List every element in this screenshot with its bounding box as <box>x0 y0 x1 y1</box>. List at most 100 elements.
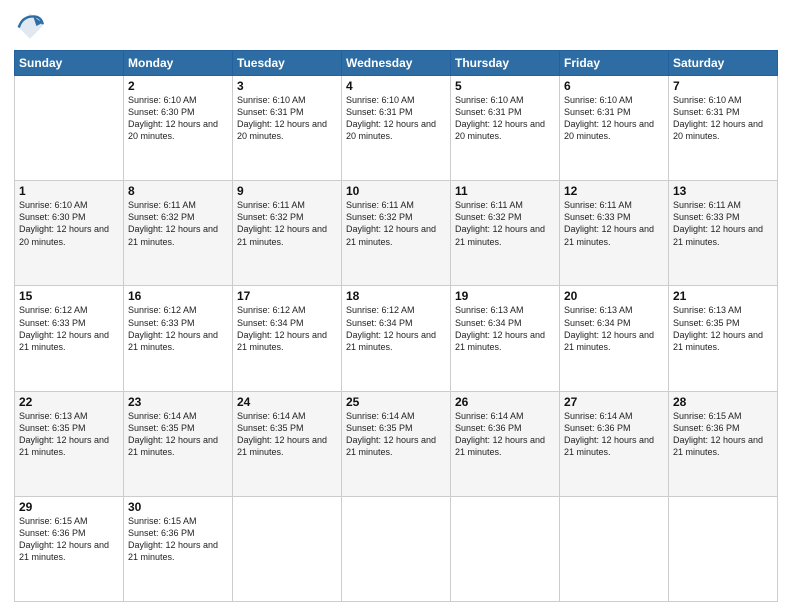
calendar-week-row: 29Sunrise: 6:15 AMSunset: 6:36 PMDayligh… <box>15 496 778 601</box>
day-number: 27 <box>564 395 664 409</box>
day-detail: Sunrise: 6:14 AMSunset: 6:36 PMDaylight:… <box>564 410 664 459</box>
calendar-cell: 21Sunrise: 6:13 AMSunset: 6:35 PMDayligh… <box>669 286 778 391</box>
calendar-cell: 20Sunrise: 6:13 AMSunset: 6:34 PMDayligh… <box>560 286 669 391</box>
calendar-cell: 6Sunrise: 6:10 AMSunset: 6:31 PMDaylight… <box>560 76 669 181</box>
calendar-cell: 11Sunrise: 6:11 AMSunset: 6:32 PMDayligh… <box>451 181 560 286</box>
calendar-cell: 22Sunrise: 6:13 AMSunset: 6:35 PMDayligh… <box>15 391 124 496</box>
header <box>14 10 778 42</box>
calendar-table: SundayMondayTuesdayWednesdayThursdayFrid… <box>14 50 778 602</box>
day-number: 25 <box>346 395 446 409</box>
day-detail: Sunrise: 6:10 AMSunset: 6:31 PMDaylight:… <box>564 94 664 143</box>
day-detail: Sunrise: 6:11 AMSunset: 6:33 PMDaylight:… <box>673 199 773 248</box>
day-number: 20 <box>564 289 664 303</box>
calendar-cell: 27Sunrise: 6:14 AMSunset: 6:36 PMDayligh… <box>560 391 669 496</box>
day-number: 8 <box>128 184 228 198</box>
day-number: 1 <box>19 184 119 198</box>
calendar-cell: 13Sunrise: 6:11 AMSunset: 6:33 PMDayligh… <box>669 181 778 286</box>
day-detail: Sunrise: 6:11 AMSunset: 6:33 PMDaylight:… <box>564 199 664 248</box>
calendar-cell: 4Sunrise: 6:10 AMSunset: 6:31 PMDaylight… <box>342 76 451 181</box>
day-number: 16 <box>128 289 228 303</box>
day-number: 15 <box>19 289 119 303</box>
day-detail: Sunrise: 6:14 AMSunset: 6:35 PMDaylight:… <box>346 410 446 459</box>
header-day-sunday: Sunday <box>15 51 124 76</box>
calendar-cell: 26Sunrise: 6:14 AMSunset: 6:36 PMDayligh… <box>451 391 560 496</box>
calendar-cell: 23Sunrise: 6:14 AMSunset: 6:35 PMDayligh… <box>124 391 233 496</box>
day-detail: Sunrise: 6:12 AMSunset: 6:33 PMDaylight:… <box>128 304 228 353</box>
calendar-cell <box>560 496 669 601</box>
day-detail: Sunrise: 6:10 AMSunset: 6:31 PMDaylight:… <box>346 94 446 143</box>
day-number: 12 <box>564 184 664 198</box>
calendar-cell: 17Sunrise: 6:12 AMSunset: 6:34 PMDayligh… <box>233 286 342 391</box>
calendar-cell <box>342 496 451 601</box>
day-number: 6 <box>564 79 664 93</box>
calendar-cell: 8Sunrise: 6:11 AMSunset: 6:32 PMDaylight… <box>124 181 233 286</box>
calendar-cell: 7Sunrise: 6:10 AMSunset: 6:31 PMDaylight… <box>669 76 778 181</box>
day-number: 11 <box>455 184 555 198</box>
day-number: 26 <box>455 395 555 409</box>
day-detail: Sunrise: 6:10 AMSunset: 6:31 PMDaylight:… <box>237 94 337 143</box>
page: SundayMondayTuesdayWednesdayThursdayFrid… <box>0 0 792 612</box>
logo <box>14 10 50 42</box>
calendar-cell: 3Sunrise: 6:10 AMSunset: 6:31 PMDaylight… <box>233 76 342 181</box>
day-number: 2 <box>128 79 228 93</box>
header-day-wednesday: Wednesday <box>342 51 451 76</box>
header-day-thursday: Thursday <box>451 51 560 76</box>
day-detail: Sunrise: 6:10 AMSunset: 6:30 PMDaylight:… <box>128 94 228 143</box>
day-detail: Sunrise: 6:15 AMSunset: 6:36 PMDaylight:… <box>128 515 228 564</box>
calendar-header-row: SundayMondayTuesdayWednesdayThursdayFrid… <box>15 51 778 76</box>
day-detail: Sunrise: 6:13 AMSunset: 6:35 PMDaylight:… <box>19 410 119 459</box>
header-day-friday: Friday <box>560 51 669 76</box>
day-number: 21 <box>673 289 773 303</box>
day-number: 10 <box>346 184 446 198</box>
day-number: 29 <box>19 500 119 514</box>
day-detail: Sunrise: 6:13 AMSunset: 6:34 PMDaylight:… <box>455 304 555 353</box>
calendar-week-row: 15Sunrise: 6:12 AMSunset: 6:33 PMDayligh… <box>15 286 778 391</box>
calendar-cell: 25Sunrise: 6:14 AMSunset: 6:35 PMDayligh… <box>342 391 451 496</box>
day-number: 4 <box>346 79 446 93</box>
calendar-cell: 16Sunrise: 6:12 AMSunset: 6:33 PMDayligh… <box>124 286 233 391</box>
calendar-cell: 2Sunrise: 6:10 AMSunset: 6:30 PMDaylight… <box>124 76 233 181</box>
header-day-tuesday: Tuesday <box>233 51 342 76</box>
day-detail: Sunrise: 6:14 AMSunset: 6:35 PMDaylight:… <box>128 410 228 459</box>
day-detail: Sunrise: 6:10 AMSunset: 6:31 PMDaylight:… <box>455 94 555 143</box>
calendar-cell: 10Sunrise: 6:11 AMSunset: 6:32 PMDayligh… <box>342 181 451 286</box>
calendar-cell <box>669 496 778 601</box>
calendar-cell <box>15 76 124 181</box>
calendar-cell: 5Sunrise: 6:10 AMSunset: 6:31 PMDaylight… <box>451 76 560 181</box>
day-detail: Sunrise: 6:10 AMSunset: 6:30 PMDaylight:… <box>19 199 119 248</box>
day-number: 30 <box>128 500 228 514</box>
day-number: 24 <box>237 395 337 409</box>
day-detail: Sunrise: 6:13 AMSunset: 6:34 PMDaylight:… <box>564 304 664 353</box>
day-number: 5 <box>455 79 555 93</box>
calendar-cell: 28Sunrise: 6:15 AMSunset: 6:36 PMDayligh… <box>669 391 778 496</box>
calendar-cell: 12Sunrise: 6:11 AMSunset: 6:33 PMDayligh… <box>560 181 669 286</box>
day-detail: Sunrise: 6:12 AMSunset: 6:34 PMDaylight:… <box>237 304 337 353</box>
calendar-cell: 15Sunrise: 6:12 AMSunset: 6:33 PMDayligh… <box>15 286 124 391</box>
day-detail: Sunrise: 6:15 AMSunset: 6:36 PMDaylight:… <box>673 410 773 459</box>
generalblue-logo-icon <box>14 10 46 42</box>
day-detail: Sunrise: 6:11 AMSunset: 6:32 PMDaylight:… <box>455 199 555 248</box>
day-detail: Sunrise: 6:15 AMSunset: 6:36 PMDaylight:… <box>19 515 119 564</box>
calendar-week-row: 22Sunrise: 6:13 AMSunset: 6:35 PMDayligh… <box>15 391 778 496</box>
day-detail: Sunrise: 6:12 AMSunset: 6:33 PMDaylight:… <box>19 304 119 353</box>
day-number: 19 <box>455 289 555 303</box>
day-number: 28 <box>673 395 773 409</box>
day-number: 13 <box>673 184 773 198</box>
calendar-body: 2Sunrise: 6:10 AMSunset: 6:30 PMDaylight… <box>15 76 778 602</box>
header-day-saturday: Saturday <box>669 51 778 76</box>
day-number: 3 <box>237 79 337 93</box>
day-detail: Sunrise: 6:14 AMSunset: 6:36 PMDaylight:… <box>455 410 555 459</box>
calendar-cell: 9Sunrise: 6:11 AMSunset: 6:32 PMDaylight… <box>233 181 342 286</box>
calendar-cell: 30Sunrise: 6:15 AMSunset: 6:36 PMDayligh… <box>124 496 233 601</box>
day-number: 23 <box>128 395 228 409</box>
day-number: 9 <box>237 184 337 198</box>
day-number: 17 <box>237 289 337 303</box>
day-detail: Sunrise: 6:11 AMSunset: 6:32 PMDaylight:… <box>237 199 337 248</box>
calendar-week-row: 1Sunrise: 6:10 AMSunset: 6:30 PMDaylight… <box>15 181 778 286</box>
calendar-week-row: 2Sunrise: 6:10 AMSunset: 6:30 PMDaylight… <box>15 76 778 181</box>
day-detail: Sunrise: 6:14 AMSunset: 6:35 PMDaylight:… <box>237 410 337 459</box>
day-detail: Sunrise: 6:10 AMSunset: 6:31 PMDaylight:… <box>673 94 773 143</box>
header-day-monday: Monday <box>124 51 233 76</box>
day-detail: Sunrise: 6:11 AMSunset: 6:32 PMDaylight:… <box>346 199 446 248</box>
calendar-cell: 29Sunrise: 6:15 AMSunset: 6:36 PMDayligh… <box>15 496 124 601</box>
